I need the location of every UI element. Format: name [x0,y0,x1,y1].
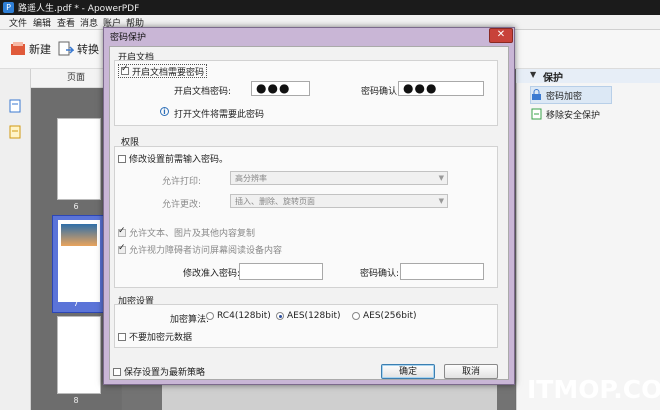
require-open-password-checkbox[interactable]: 开启文档需要密码 [118,64,208,78]
attachment-icon[interactable] [9,125,21,139]
new-label: 新建 [29,43,51,56]
radio-rc4-128-label: RC4(128bit) [217,311,271,321]
password-encrypt-label: 密码加密 [546,91,583,102]
allow-copy-check [118,226,126,237]
no-encrypt-metadata-label: 不要加密元数据 [129,333,193,343]
allow-copy-checkbox[interactable]: 允许文本、图片及其他内容复制 [118,226,255,239]
open-password-info: 打开文件将需要此密码 [174,110,265,120]
menu-messages[interactable]: 消息 [80,16,98,29]
menu-file[interactable]: 文件 [9,16,27,29]
allow-print-label: 允许打印: [162,177,202,187]
lock-icon [532,89,541,100]
convert-label: 转换 [77,43,99,56]
modify-require-password-checkbox[interactable]: 修改设置前需输入密码。 [118,152,228,165]
modify-require-password-check [118,154,126,163]
allow-copy-label: 允许文本、图片及其他内容复制 [129,229,256,239]
allow-change-select[interactable]: 插入、删除、旋转页面 ▼ [230,194,448,208]
radio-aes-128-dot [276,312,284,320]
save-default-checkbox[interactable]: 保存设置为最新策略 [113,365,205,378]
allow-change-value: 插入、删除、旋转页面 [235,197,315,206]
radio-aes-256[interactable]: AES(256bit) [352,311,417,321]
modify-password-label: 修改准入密码: [183,269,241,279]
menu-view[interactable]: 查看 [57,16,75,29]
modify-confirm-field[interactable] [400,263,484,280]
watermark: ITMOP.COM [527,375,660,404]
radio-aes-256-label: AES(256bit) [363,311,417,321]
pages-icon[interactable] [9,99,21,113]
protect-section-header[interactable]: ▼ 保护 [516,69,660,84]
dropdown-arrow-icon: ▼ [438,197,444,205]
protect-section-title: 保护 [543,73,563,84]
app-logo-icon: P [3,2,14,13]
page-number-8: 8 [73,396,79,405]
new-button[interactable]: 新建 [10,38,51,60]
allow-screenreader-check [118,243,126,254]
require-open-password-check [121,64,129,75]
convert-button[interactable]: 转换 [58,38,99,60]
unlock-icon [531,108,542,120]
page-thumbnail-6[interactable] [57,118,101,200]
allow-screenreader-label: 允许视力障碍者访问屏幕阅读设备内容 [129,246,283,256]
new-icon [11,42,25,55]
no-encrypt-metadata-check [118,332,126,341]
ok-button[interactable]: 确定 [381,364,435,379]
dialog-title: 密码保护 [110,33,147,43]
modify-require-password-label: 修改设置前需输入密码。 [129,155,229,165]
radio-rc4-128[interactable]: RC4(128bit) [206,311,271,321]
dialog-title-bar[interactable]: 密码保护 [103,27,515,45]
allow-screenreader-checkbox[interactable]: 允许视力障碍者访问屏幕阅读设备内容 [118,243,282,256]
encryption-algorithm-label: 加密算法: [170,315,210,325]
allow-print-value: 高分辨率 [235,174,267,183]
open-password-label: 开启文档密码: [174,87,232,97]
open-password-field[interactable]: ●●● [251,81,310,96]
window-title: 路遥人生.pdf * - ApowerPDF [18,4,140,14]
collapse-arrow-icon: ▼ [530,70,537,79]
open-confirm-field[interactable]: ●●● [398,81,484,96]
convert-icon [58,41,74,56]
modify-password-field[interactable] [239,263,323,280]
modify-confirm-label: 密码确认: [360,269,400,279]
save-default-label: 保存设置为最新策略 [124,368,206,378]
remove-protection-item[interactable]: 移除安全保护 [531,106,600,122]
left-icon-strip [0,69,31,410]
remove-protection-label: 移除安全保护 [546,110,601,121]
dialog-close-button[interactable]: ✕ [489,28,513,43]
require-open-password-label: 开启文档需要密码 [132,67,205,78]
info-icon: i [160,107,169,116]
dropdown-arrow-icon: ▼ [438,174,444,182]
password-encrypt-item[interactable]: 密码加密 [530,86,612,104]
save-default-check [113,367,121,376]
open-confirm-label: 密码确认: [361,87,401,97]
page-thumbnail-8[interactable] [57,316,101,394]
radio-aes-256-dot [352,312,360,320]
radio-aes-128[interactable]: AES(128bit) [276,311,341,321]
no-encrypt-metadata-checkbox[interactable]: 不要加密元数据 [118,330,192,343]
radio-aes-128-label: AES(128bit) [287,311,341,321]
cancel-button[interactable]: 取消 [444,364,498,379]
title-bar: P 路遥人生.pdf * - ApowerPDF [0,0,660,15]
menu-edit[interactable]: 编辑 [33,16,51,29]
allow-print-select[interactable]: 高分辨率 ▼ [230,171,448,185]
allow-change-label: 允许更改: [162,200,202,210]
radio-rc4-128-dot [206,312,214,320]
